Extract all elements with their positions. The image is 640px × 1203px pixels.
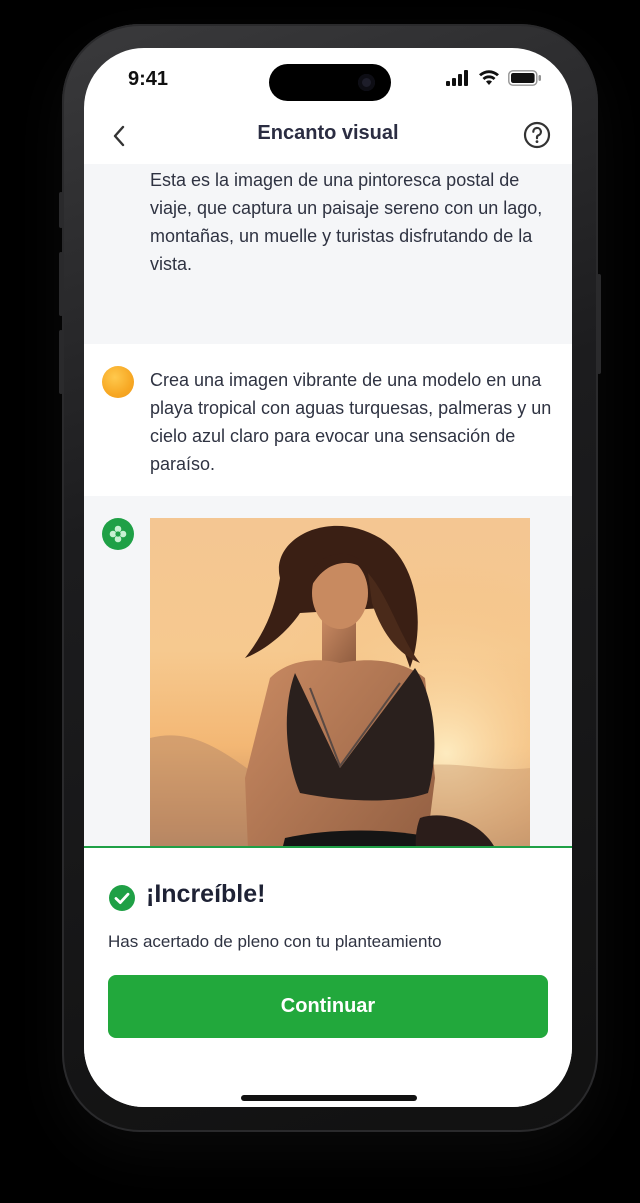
status-icons [446,70,542,86]
question-circle-icon [523,121,551,149]
ai-avatar [102,518,134,550]
front-camera [358,74,375,91]
user-message: Crea una imagen vibrante de una modelo e… [84,344,572,497]
continue-button[interactable]: Continuar [108,975,548,1038]
volume-up-button [59,252,63,316]
generated-image[interactable] [150,518,530,846]
page-title: Encanto visual [257,122,399,144]
model-illustration [150,518,530,846]
assistant-message: Esta es la imagen de una pintoresca post… [84,164,572,345]
help-button[interactable] [522,120,552,150]
assistant-image-message [84,496,572,846]
ai-flower-icon [109,525,127,543]
chat-thread[interactable]: Esta es la imagen de una pintoresca post… [84,164,572,846]
result-title: ¡Increíble! [146,880,266,908]
status-time: 9:41 [128,68,169,90]
user-avatar [102,366,134,398]
result-panel: ¡Increíble! Has acertado de pleno con tu… [84,846,572,1107]
battery-icon [508,70,541,86]
cellular-signal-icon [446,70,468,86]
power-button [597,274,601,374]
mute-switch [59,192,63,228]
check-circle-icon [109,885,135,911]
home-indicator[interactable] [241,1095,417,1101]
result-message: Has acertado de pleno con tu planteamien… [108,932,442,951]
message-text: Crea una imagen vibrante de una modelo e… [150,370,552,474]
nav-bar: Encanto visual [84,108,572,164]
volume-down-button [59,330,63,394]
wifi-icon [479,70,499,85]
dynamic-island [269,64,391,101]
phone-screen: 9:41 Encanto visual Esta es la imagen de… [84,48,572,1107]
message-text: Esta es la imagen de una pintoresca post… [150,170,543,274]
